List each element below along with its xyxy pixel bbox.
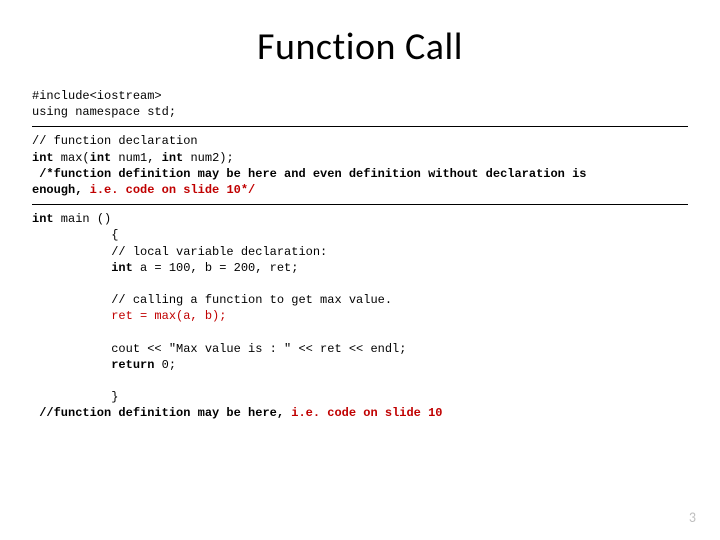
code-tail-comment-a: //function definition may be here, bbox=[32, 406, 284, 420]
page-number: 3 bbox=[689, 509, 696, 526]
kw-int-main: int bbox=[32, 212, 54, 226]
kw-int-1: int bbox=[32, 151, 54, 165]
code-call-comment: // calling a function to get max value. bbox=[32, 293, 392, 307]
code-local-rest: a = 100, b = 200, ret; bbox=[133, 261, 299, 275]
separator-1 bbox=[32, 126, 688, 127]
code-include-1: #include<iostream> bbox=[32, 89, 162, 103]
code-decl-mid1: max( bbox=[54, 151, 90, 165]
page-title: Function Call bbox=[32, 24, 688, 70]
code-decl-comment: // function declaration bbox=[32, 134, 198, 148]
code-block-comment-1c: i.e. code on slide 10*/ bbox=[82, 183, 255, 197]
code-block-comment-1b: enough, bbox=[32, 183, 82, 197]
code-include-2: using namespace std; bbox=[32, 105, 176, 119]
code-local-decl-comment: // local variable declaration: bbox=[32, 245, 327, 259]
code-tail-comment-b: i.e. code on slide 10 bbox=[284, 406, 442, 420]
code-block-comment-1a: /*function definition may be here and ev… bbox=[32, 167, 587, 181]
code-rbrace: } bbox=[32, 390, 118, 404]
code-block: #include<iostream> using namespace std; … bbox=[32, 88, 688, 422]
code-call-line: ret = max(a, b); bbox=[32, 309, 226, 323]
code-main-sig: main () bbox=[54, 212, 112, 226]
code-return-rest: 0; bbox=[154, 358, 176, 372]
code-cout-line: cout << "Max value is : " << ret << endl… bbox=[32, 342, 406, 356]
kw-int-local: int bbox=[32, 261, 133, 275]
code-lbrace: { bbox=[32, 228, 118, 242]
slide: Function Call #include<iostream> using n… bbox=[0, 0, 720, 540]
code-decl-mid2: num1, bbox=[111, 151, 161, 165]
kw-int-3: int bbox=[162, 151, 184, 165]
separator-2 bbox=[32, 204, 688, 205]
kw-return: return bbox=[32, 358, 154, 372]
kw-int-2: int bbox=[90, 151, 112, 165]
code-decl-end: num2); bbox=[183, 151, 233, 165]
